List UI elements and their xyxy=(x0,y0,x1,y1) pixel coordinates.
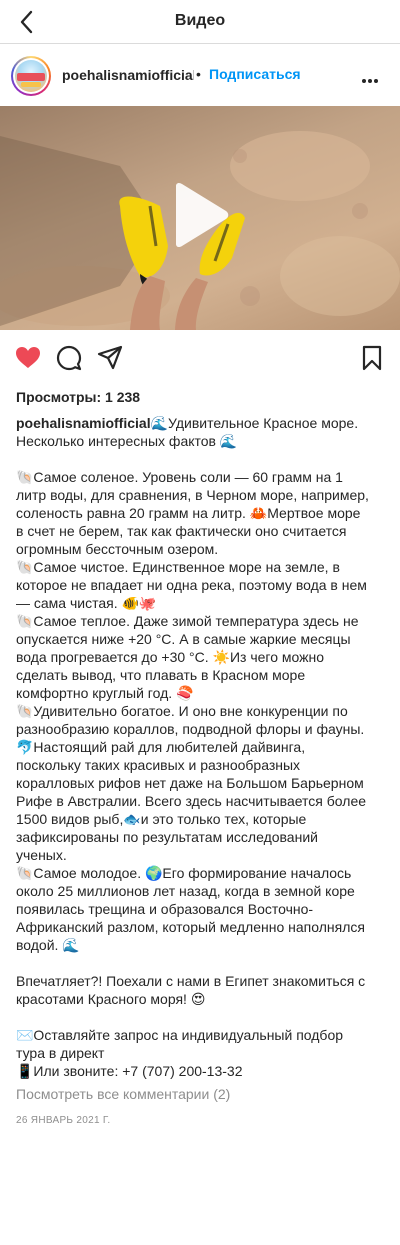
caption-line: 🐚Удивительно богатое. И оно вне конкурен… xyxy=(16,703,348,719)
caption-line: огромным бессточным озером. xyxy=(16,541,219,557)
paper-plane-icon[interactable] xyxy=(96,344,124,372)
bookmark-icon[interactable] xyxy=(358,344,386,372)
caption-line: поскольку таких красивых и разнообразных xyxy=(16,757,301,773)
video-player[interactable] xyxy=(0,106,400,330)
post-username[interactable]: poehalisnamiofficial xyxy=(62,67,194,83)
caption-line: Африканский разлом, который медленно нап… xyxy=(16,919,365,935)
caption-line: тура в директ xyxy=(16,1045,105,1061)
caption-line: ✉️Оставляйте запрос на индивидуальный по… xyxy=(16,1027,344,1043)
post-actions xyxy=(0,344,400,376)
caption-line: Впечатляет?! Поехали с нами в Египет зна… xyxy=(16,973,366,989)
caption-line: 1500 видов рыб,🐟и это только тех, которы… xyxy=(16,811,307,827)
caption-line: — сама чистая. 🐠🐙 xyxy=(16,595,157,611)
caption-line: которое не впадает ни одна река, поэтому… xyxy=(16,577,367,593)
caption-line: водой. 🌊 xyxy=(16,937,80,953)
more-options-icon[interactable] xyxy=(362,70,382,83)
heart-filled-icon[interactable] xyxy=(14,344,42,372)
caption-line: 📱Или звоните: +7 (707) 200-13-32 xyxy=(16,1063,243,1079)
caption-line: 🐚Самое теплое. Даже зимой температура зд… xyxy=(16,613,359,629)
avatar[interactable] xyxy=(11,56,51,96)
caption-line: появилась трещина и образовался Восточно… xyxy=(16,901,314,917)
caption-line: разнообразию кораллов, подводной флоры и… xyxy=(16,721,365,737)
follow-button[interactable]: Подписаться xyxy=(209,66,301,82)
caption-line: опускается ниже +20 °С. А в самые жаркие… xyxy=(16,631,351,647)
play-icon[interactable] xyxy=(170,182,230,248)
caption-text: 🌊Удивительное Красное море. xyxy=(150,415,359,431)
caption-line: около 25 миллионов лет назад, когда в зе… xyxy=(16,883,355,899)
avatar-logo-icon xyxy=(15,60,47,92)
view-all-comments-link[interactable]: Посмотреть все комментарии (2) xyxy=(16,1086,230,1102)
post-header: poehalisnamiofficial • Подписаться xyxy=(0,44,400,106)
caption-line: Рифе в Австралии. Всего здесь насчитывае… xyxy=(16,793,367,809)
post-caption: poehalisnamiofficial🌊Удивительное Красно… xyxy=(16,414,388,1080)
caption-line: комфортно круглый год. 🍣 xyxy=(16,685,194,701)
caption-line: зафиксированы по результатам исследовани… xyxy=(16,829,318,845)
caption-line: Несколько интересных фактов 🌊 xyxy=(16,433,238,449)
caption-line: poehalisnamiofficial🌊Удивительное Красно… xyxy=(16,414,388,432)
caption-line: красотами Красного моря! 😍 xyxy=(16,991,206,1007)
caption-line: в счет не берем, так как фактически оно … xyxy=(16,523,347,539)
views-count[interactable]: Просмотры: 1 238 xyxy=(16,389,140,405)
caption-line: коралловых рифов нет даже на Большом Бар… xyxy=(16,775,364,791)
caption-line: 🐚Самое соленое. Уровень соли — 60 грамм … xyxy=(16,469,343,485)
caption-line: сделать вывод, что плавать в Красном мор… xyxy=(16,667,306,683)
post-date: 26 ЯНВАРЬ 2021 Г. xyxy=(16,1115,111,1126)
top-bar: Видео xyxy=(0,0,400,44)
caption-line: вода прогревается до +30 °С. ☀️Из чего м… xyxy=(16,649,325,665)
caption-line: 🐚Самое молодое. 🌍Его формирование начало… xyxy=(16,865,352,881)
page-title: Видео xyxy=(174,12,226,29)
caption-line: 🐚Самое чистое. Единственное море на земл… xyxy=(16,559,340,575)
caption-line: 🐬Настоящий рай для любителей дайвинга, xyxy=(16,739,306,755)
caption-line: ученых. xyxy=(16,847,67,863)
caption-username[interactable]: poehalisnamiofficial xyxy=(16,415,151,431)
comment-icon[interactable] xyxy=(55,344,83,372)
caption-line: литр воды, для сравнения, в Черном море,… xyxy=(16,487,369,503)
separator-dot: • xyxy=(196,66,201,82)
caption-line: соленость равна 20 грамм на литр. 🦀Мертв… xyxy=(16,505,361,521)
